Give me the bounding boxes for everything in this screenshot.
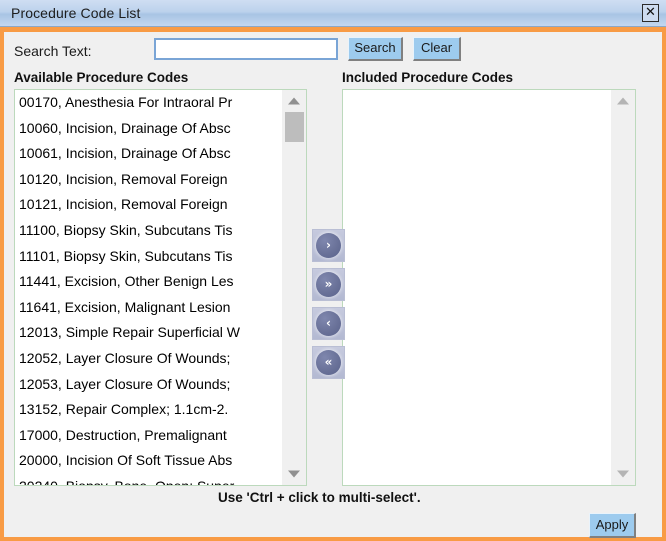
search-label: Search Text: [14, 43, 92, 59]
list-item[interactable]: 11100, Biopsy Skin, Subcutans Tis [15, 218, 284, 244]
list-item[interactable]: 10060, Incision, Drainage Of Absc [15, 116, 284, 142]
list-item[interactable]: 10120, Incision, Removal Foreign [15, 167, 284, 193]
available-codes-items[interactable]: 00170, Anesthesia For Intraoral Pr 10060,… [15, 90, 284, 485]
list-item[interactable]: 20000, Incision Of Soft Tissue Abs [15, 448, 284, 474]
list-item[interactable]: 17000, Destruction, Premalignant [15, 423, 284, 449]
chevron-left-icon: ‹ [316, 311, 341, 336]
available-codes-listbox[interactable]: 00170, Anesthesia For Intraoral Pr 10060,… [14, 89, 307, 486]
scroll-down-icon[interactable] [611, 465, 635, 483]
scrollbar-thumb[interactable] [285, 112, 304, 142]
apply-button[interactable]: Apply [589, 513, 636, 538]
move-all-right-button[interactable]: » [312, 268, 345, 301]
list-item[interactable]: 11101, Biopsy Skin, Subcutans Tis [15, 244, 284, 270]
scroll-up-icon[interactable] [282, 92, 306, 110]
close-icon[interactable]: ✕ [642, 4, 659, 22]
included-codes-header: Included Procedure Codes [342, 70, 514, 85]
list-item[interactable]: 12052, Layer Closure Of Wounds; [15, 346, 284, 372]
list-item[interactable]: 10061, Incision, Drainage Of Absc [15, 141, 284, 167]
move-all-left-button[interactable]: « [312, 346, 345, 379]
list-item[interactable]: 20240, Biopsy, Bone, Open; Super [15, 474, 284, 485]
dialog-body: Search Text: Search Clear Available Proc… [0, 27, 666, 541]
chevron-double-right-icon: » [316, 272, 341, 297]
multi-select-hint: Use 'Ctrl + click to multi-select'. [218, 490, 421, 505]
move-right-button[interactable]: › [312, 229, 345, 262]
list-item[interactable]: 00170, Anesthesia For Intraoral Pr [15, 90, 284, 116]
list-item[interactable]: 11641, Excision, Malignant Lesion [15, 295, 284, 321]
included-scrollbar[interactable] [611, 90, 635, 485]
clear-button[interactable]: Clear [413, 37, 461, 61]
dialog-title: Procedure Code List [11, 5, 141, 21]
move-left-button[interactable]: ‹ [312, 307, 345, 340]
list-item[interactable]: 10121, Incision, Removal Foreign [15, 192, 284, 218]
procedure-code-list-dialog: Procedure Code List ✕ Search Text: Searc… [0, 0, 666, 541]
chevron-right-icon: › [316, 233, 341, 258]
included-codes-items[interactable] [343, 90, 612, 485]
search-button[interactable]: Search [348, 37, 403, 61]
chevron-double-left-icon: « [316, 350, 341, 375]
list-item[interactable]: 12053, Layer Closure Of Wounds; [15, 372, 284, 398]
dialog-titlebar: Procedure Code List ✕ [0, 0, 666, 27]
list-item[interactable]: 11441, Excision, Other Benign Les [15, 269, 284, 295]
available-scrollbar[interactable] [282, 90, 306, 485]
list-item[interactable]: 13152, Repair Complex; 1.1cm-2. [15, 397, 284, 423]
available-codes-header: Available Procedure Codes [14, 70, 189, 85]
scroll-up-icon[interactable] [611, 92, 635, 110]
included-codes-listbox[interactable] [342, 89, 636, 486]
search-input[interactable] [154, 38, 338, 60]
scroll-down-icon[interactable] [282, 465, 306, 483]
list-item[interactable]: 12013, Simple Repair Superficial W [15, 320, 284, 346]
